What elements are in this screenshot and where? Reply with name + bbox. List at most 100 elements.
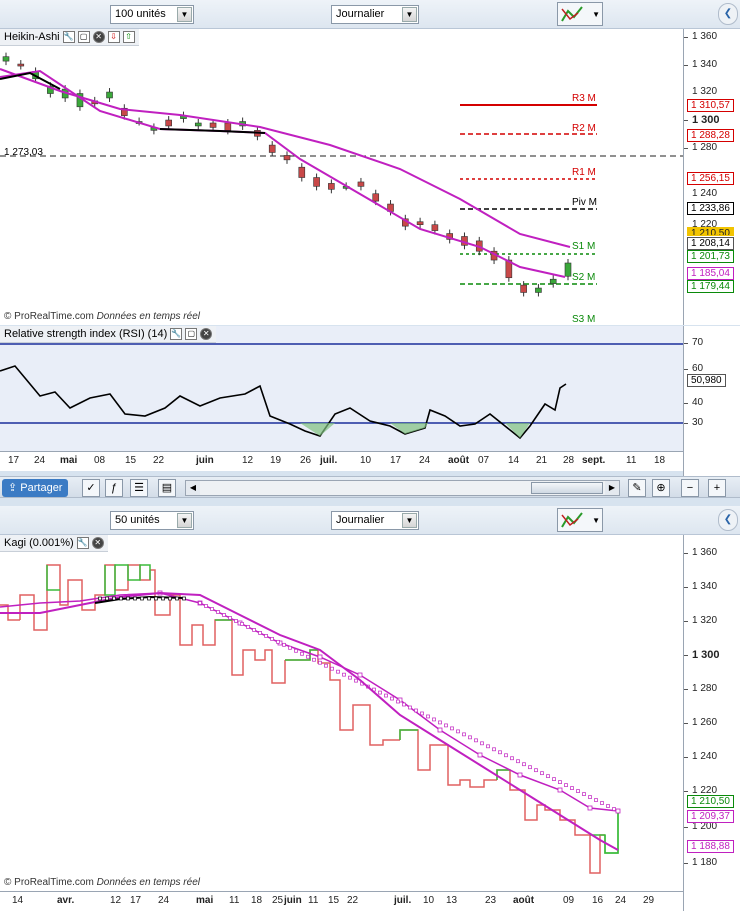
candle xyxy=(283,155,291,161)
last-price-label: 1 210,50 xyxy=(687,227,734,236)
ma-long-marker xyxy=(270,636,274,641)
credit-text: Données en temps réel xyxy=(96,877,200,888)
wrench-icon[interactable]: 🔧 xyxy=(62,31,75,43)
axis-tick: 1 300 xyxy=(684,114,720,126)
wrench-icon[interactable]: 🔧 xyxy=(170,328,183,340)
candle xyxy=(372,193,380,202)
candle xyxy=(106,91,113,99)
ma-long-marker xyxy=(408,705,412,710)
ma-long-price-label: 1 209,37 xyxy=(687,810,734,823)
chevron-left-icon[interactable]: ❮ xyxy=(718,509,738,531)
horizontal-scrollbar[interactable]: ◀ ▶ xyxy=(185,480,620,496)
ma-long-marker xyxy=(517,772,523,778)
chevron-down-icon: ▼ xyxy=(592,516,600,525)
ma-black-marker xyxy=(119,596,123,601)
scroll-right-icon[interactable]: ▶ xyxy=(605,481,619,495)
date-tick: 07 xyxy=(478,455,490,466)
date-tick: 24 xyxy=(34,455,46,466)
date-tick: 10 xyxy=(360,455,372,466)
timeframe-select[interactable]: Journalier ▼ xyxy=(331,5,419,24)
scroll-left-icon[interactable]: ◀ xyxy=(186,481,200,495)
close-icon[interactable]: ✕ xyxy=(92,31,105,43)
ma-black-marker xyxy=(168,596,172,601)
ma-long-marker xyxy=(546,774,550,779)
timeframe-select[interactable]: Journalier ▼ xyxy=(331,511,419,530)
ma-long-marker xyxy=(246,625,250,629)
axis-tick: 70 xyxy=(683,337,704,348)
close-icon[interactable]: ✕ xyxy=(200,328,213,340)
ma-long-marker xyxy=(318,660,322,665)
date-tick: août xyxy=(448,455,470,466)
drawing-tools-button[interactable]: ▼ xyxy=(557,508,603,532)
units-value: 100 unités xyxy=(115,8,166,20)
ma-long-marker xyxy=(240,622,244,626)
ma-long-marker xyxy=(384,693,388,698)
price-axis[interactable]: 1 360 1 340 1 320 1 310,57 1 300 1 288,2… xyxy=(683,29,740,325)
date-tick: 14 xyxy=(12,895,24,906)
drawing-icon[interactable]: ✎ xyxy=(628,479,646,497)
ma-black-marker xyxy=(182,596,186,601)
zoom-in-icon[interactable]: + xyxy=(708,479,726,497)
chevron-down-icon: ▼ xyxy=(402,7,417,22)
ma-long-marker xyxy=(477,752,483,758)
chevron-left-icon[interactable]: ❮ xyxy=(718,3,738,25)
scroll-thumb[interactable] xyxy=(531,482,603,494)
units-select[interactable]: 100 unités ▼ xyxy=(110,5,194,24)
rsi-pane[interactable]: Relative strength index (RSI) (14) 🔧 ▢ ✕ xyxy=(0,326,683,451)
bottom-toolbar: 50 unités ▼ Journalier ▼ ▼ ❮ xyxy=(0,506,740,535)
ma-long-marker xyxy=(264,633,268,638)
date-tick: 12 xyxy=(110,895,122,906)
ma-long-marker xyxy=(492,747,496,752)
indicator-icon[interactable]: ƒ xyxy=(105,479,123,497)
candle xyxy=(268,144,276,153)
ma-short-line xyxy=(0,69,566,278)
date-tick: juil. xyxy=(320,455,338,466)
date-tick: 26 xyxy=(300,455,312,466)
pane-title-bar: Heikin-Ashi 🔧 ▢ ✕ ⇩ ⇧ xyxy=(0,29,139,46)
top-date-axis: 17 24 mai 08 15 22 juin 12 19 26 juil. 10 17 24 août 07… xyxy=(0,451,683,471)
ma-long-marker xyxy=(600,801,604,805)
chevron-down-icon: ▼ xyxy=(402,513,417,528)
heikin-ashi-pane[interactable]: Heikin-Ashi 🔧 ▢ ✕ ⇩ ⇧ 1 273,03 R3 M R2 M R… xyxy=(0,29,683,325)
date-tick: août xyxy=(513,895,535,906)
date-tick: 18 xyxy=(654,455,666,466)
date-tick: juin xyxy=(196,455,214,466)
date-tick: 12 xyxy=(242,455,254,466)
date-tick: 24 xyxy=(158,895,170,906)
share-button[interactable]: ⇪ Partager xyxy=(2,479,69,497)
date-tick: 28 xyxy=(563,455,575,466)
date-tick: 08 xyxy=(94,455,106,466)
date-tick: 24 xyxy=(419,455,431,466)
close-icon[interactable]: ✕ xyxy=(91,537,104,549)
kagi-price-axis[interactable]: 1 180 1 200 1 220 1 240 1 260 1 280 1 300 1 320… xyxy=(683,535,740,891)
zoom-area-icon[interactable]: ⊕ xyxy=(652,479,670,497)
maximize-icon[interactable]: ▢ xyxy=(185,328,198,340)
list-icon[interactable]: ☰ xyxy=(130,479,148,497)
screener-icon[interactable]: ✓ xyxy=(82,479,100,497)
move-down-icon[interactable]: ⇩ xyxy=(107,31,120,43)
drawing-tools-button[interactable]: ▼ xyxy=(557,2,603,26)
ma-long-marker xyxy=(486,744,490,749)
credit-brand: © ProRealTime.com xyxy=(4,311,94,322)
rsi-chart xyxy=(0,343,683,440)
bars-icon[interactable]: ▤ xyxy=(158,479,176,497)
wrench-icon[interactable]: 🔧 xyxy=(76,537,89,549)
ma-long-marker xyxy=(357,672,363,678)
pivot-label: R2 M xyxy=(572,123,596,134)
kagi-line xyxy=(285,649,400,746)
candle xyxy=(416,221,424,225)
r2-price-label: 1 288,28 xyxy=(687,129,734,142)
date-tick: 16 xyxy=(592,895,604,906)
maximize-icon[interactable]: ▢ xyxy=(77,31,90,43)
rsi-axis[interactable]: 70 60 50,980 40 30 xyxy=(683,326,740,451)
axis-tick: 1 180 xyxy=(683,857,718,868)
kagi-pane[interactable]: Kagi (0.001%) 🔧 ✕ © ProRealTime.com Donn… xyxy=(0,535,683,891)
kagi-chart xyxy=(0,564,621,874)
last-price-label: 1 210,50 xyxy=(687,795,734,808)
units-select[interactable]: 50 unités ▼ xyxy=(110,511,194,530)
move-up-icon[interactable]: ⇧ xyxy=(122,31,135,43)
pivot-label: S3 M xyxy=(572,314,596,325)
ma-black-marker xyxy=(105,596,109,601)
s1-price-label: 1 201,73 xyxy=(687,250,734,263)
zoom-out-icon[interactable]: − xyxy=(681,479,699,497)
